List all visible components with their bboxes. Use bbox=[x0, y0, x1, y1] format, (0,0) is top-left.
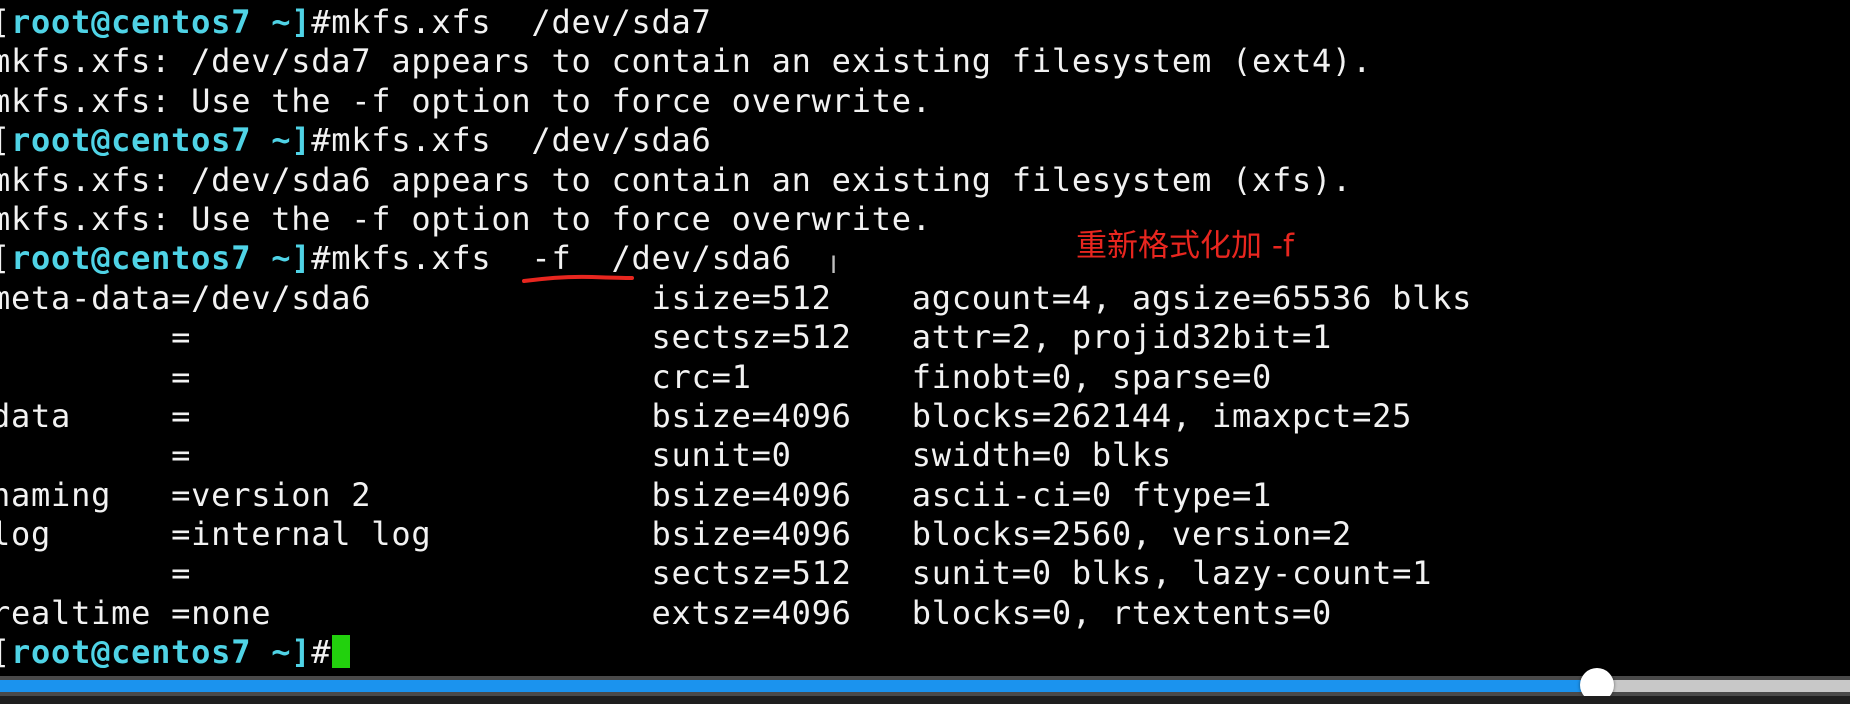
command-text: mkfs.xfs /dev/sda6 bbox=[331, 121, 712, 160]
terminal-output-line: = sunit=0 swidth=0 blks bbox=[0, 436, 1850, 475]
prompt-symbol: # bbox=[311, 239, 332, 278]
terminal-prompt-line: [root@centos7 ~]#mkfs.xfs /dev/sda6 bbox=[0, 121, 1850, 160]
output-text: = crc=1 finobt=0, sparse=0 bbox=[0, 357, 1272, 396]
video-frame: [root@centos7 ~]#mkfs.xfs /dev/sda7mkfs.… bbox=[0, 0, 1850, 704]
output-text: data = bsize=4096 blocks=262144, imaxpct… bbox=[0, 396, 1413, 435]
output-text: log =internal log bsize=4096 blocks=2560… bbox=[0, 515, 1353, 554]
prompt-host: root@centos7 ~] bbox=[11, 633, 312, 672]
prompt-symbol: # bbox=[311, 3, 332, 41]
annotation-text: 重新格式化加 -f bbox=[1076, 228, 1294, 264]
prompt-bracket: [ bbox=[0, 239, 11, 277]
terminal-output-line: meta-data=/dev/sda6 isize=512 agcount=4,… bbox=[0, 279, 1850, 318]
terminal-cursor bbox=[332, 635, 351, 669]
terminal-output-line: = crc=1 finobt=0, sparse=0 bbox=[0, 358, 1850, 397]
terminal-output-line: mkfs.xfs: /dev/sda6 appears to contain a… bbox=[0, 161, 1850, 200]
prompt-symbol: # bbox=[311, 121, 332, 160]
output-text: mkfs.xfs: /dev/sda7 appears to contain a… bbox=[0, 42, 1373, 81]
bottom-strip bbox=[0, 696, 1850, 704]
terminal-output-line: data = bsize=4096 blocks=262144, imaxpct… bbox=[0, 397, 1850, 436]
output-text: = sectsz=512 attr=2, projid32bit=1 bbox=[0, 318, 1333, 357]
prompt-host: root@centos7 ~] bbox=[11, 3, 312, 41]
terminal-prompt-line: [root@centos7 ~]#mkfs.xfs -f /dev/sda6 bbox=[0, 239, 1850, 278]
output-text: = sectsz=512 sunit=0 blks, lazy-count=1 bbox=[0, 554, 1433, 593]
terminal-prompt-line: [root@centos7 ~]#mkfs.xfs /dev/sda7 bbox=[0, 3, 1850, 42]
output-text: mkfs.xfs: /dev/sda6 appears to contain a… bbox=[0, 160, 1353, 199]
prompt-symbol: # bbox=[311, 633, 332, 672]
prompt-host: root@centos7 ~] bbox=[11, 239, 312, 278]
output-text: meta-data=/dev/sda6 isize=512 agcount=4,… bbox=[0, 278, 1473, 317]
terminal-output-line: log =internal log bsize=4096 blocks=2560… bbox=[0, 515, 1850, 554]
terminal-prompt-line: [root@centos7 ~]# bbox=[0, 633, 1850, 672]
terminal-screen[interactable]: [root@centos7 ~]#mkfs.xfs /dev/sda7mkfs.… bbox=[0, 3, 1850, 673]
terminal-output-line: realtime =none extsz=4096 blocks=0, rtex… bbox=[0, 594, 1850, 633]
red-underline-mark bbox=[522, 274, 634, 283]
output-text: = sunit=0 swidth=0 blks bbox=[0, 436, 1172, 475]
terminal-output-line: mkfs.xfs: Use the -f option to force ove… bbox=[0, 200, 1850, 239]
output-text: naming =version 2 bsize=4096 ascii-ci=0 … bbox=[0, 475, 1272, 514]
terminal-output-line: = sectsz=512 sunit=0 blks, lazy-count=1 bbox=[0, 554, 1850, 593]
output-text: mkfs.xfs: Use the -f option to force ove… bbox=[0, 199, 932, 238]
progress-fill bbox=[0, 680, 1597, 692]
terminal-output-line: mkfs.xfs: /dev/sda7 appears to contain a… bbox=[0, 42, 1850, 81]
terminal-output-line: = sectsz=512 attr=2, projid32bit=1 bbox=[0, 318, 1850, 357]
prompt-bracket: [ bbox=[0, 121, 11, 159]
text-cursor-ibeam-icon: I bbox=[830, 251, 838, 279]
terminal-output-line: naming =version 2 bsize=4096 ascii-ci=0 … bbox=[0, 476, 1850, 515]
prompt-host: root@centos7 ~] bbox=[11, 121, 312, 160]
terminal-output-line: mkfs.xfs: Use the -f option to force ove… bbox=[0, 82, 1850, 121]
prompt-bracket: [ bbox=[0, 3, 11, 41]
prompt-bracket: [ bbox=[0, 633, 11, 671]
command-text: mkfs.xfs /dev/sda7 bbox=[331, 3, 712, 41]
output-text: mkfs.xfs: Use the -f option to force ove… bbox=[0, 81, 932, 120]
output-text: realtime =none extsz=4096 blocks=0, rtex… bbox=[0, 593, 1333, 632]
